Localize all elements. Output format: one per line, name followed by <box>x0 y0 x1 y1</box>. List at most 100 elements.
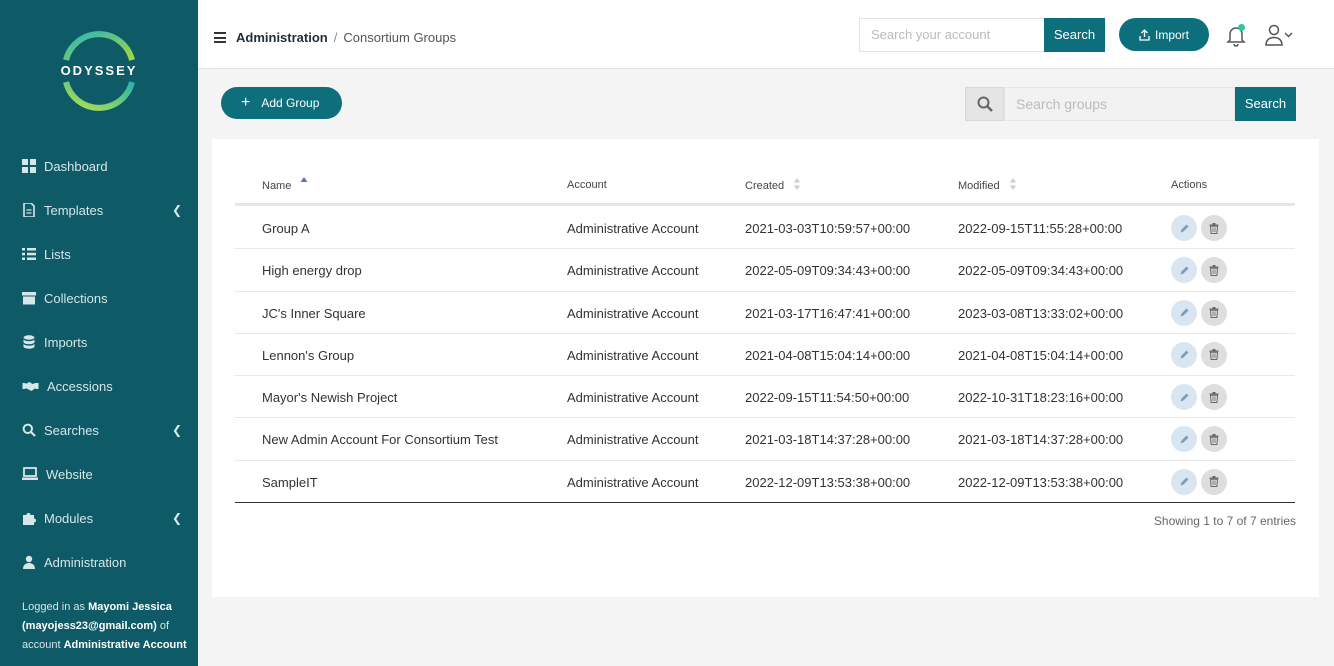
user-icon <box>23 555 35 569</box>
edit-button[interactable] <box>1171 257 1197 284</box>
sidebar-item-modules[interactable]: Modules ❮ <box>0 496 198 540</box>
sidebar-item-label: Administration <box>44 554 127 570</box>
plus-icon: + <box>241 94 251 111</box>
cell-account: Administrative Account <box>567 474 699 490</box>
column-label: Actions <box>1171 179 1208 191</box>
menu-toggle-icon[interactable] <box>214 32 226 43</box>
sort-icon <box>794 178 801 191</box>
delete-button[interactable] <box>1201 468 1227 495</box>
row-actions <box>1171 468 1231 495</box>
sidebar-item-administration[interactable]: Administration <box>0 540 198 584</box>
sidebar-item-lists[interactable]: Lists <box>0 232 198 276</box>
column-created[interactable]: Created <box>745 178 801 192</box>
cell-name: High energy drop <box>262 263 362 279</box>
notification-badge <box>1238 24 1245 31</box>
row-actions <box>1171 215 1231 241</box>
sidebar-item-website[interactable]: Website <box>0 452 198 496</box>
sidebar-item-accessions[interactable]: Accessions <box>0 364 198 408</box>
sidebar-item-label: Collections <box>44 290 108 306</box>
cell-created: 2022-12-09T13:53:38+00:00 <box>745 474 911 490</box>
handshake-icon <box>22 382 39 391</box>
column-account: Account <box>567 179 607 191</box>
search-icon <box>22 423 36 437</box>
topbar: Administration / Consortium Groups Search … <box>198 0 1334 69</box>
sidebar-item-dashboard[interactable]: Dashboard <box>0 144 198 188</box>
row-actions <box>1171 426 1231 453</box>
cell-modified: 2022-09-15T11:55:28+00:00 <box>958 221 1123 236</box>
laptop-icon <box>22 467 38 480</box>
edit-button[interactable] <box>1171 426 1197 453</box>
sidebar-item-label: Imports <box>44 334 88 350</box>
edit-button[interactable] <box>1171 468 1197 495</box>
row-actions <box>1171 299 1231 326</box>
sidebar-item-imports[interactable]: Imports <box>0 320 198 364</box>
edit-button[interactable] <box>1171 299 1197 326</box>
logo-text: ODYSSEY <box>60 63 138 78</box>
delete-button[interactable] <box>1201 341 1227 368</box>
account-search-input[interactable]: Search your account <box>859 18 1045 52</box>
cell-account: Administrative Account <box>567 263 699 279</box>
logged-in-account: Administrative Account <box>63 639 187 651</box>
edit-button[interactable] <box>1171 215 1197 241</box>
sidebar-item-templates[interactable]: Templates ❮ <box>0 188 198 232</box>
table-row: High energy drop Administrative Account 20… <box>235 249 1295 292</box>
edit-button[interactable] <box>1171 341 1197 368</box>
group-search-button[interactable]: Search <box>1235 87 1296 121</box>
user-menu-icon[interactable] <box>1265 24 1295 46</box>
breadcrumb-parent[interactable]: Administration <box>236 30 328 45</box>
cell-name: New Admin Account For Consortium Test <box>262 432 499 448</box>
pencil-icon <box>1180 350 1188 359</box>
sidebar-nav: Dashboard Templates ❮ Lists Collections … <box>0 144 198 584</box>
puzzle-icon <box>23 513 36 525</box>
sort-asc-icon <box>300 177 308 183</box>
upload-icon <box>1139 28 1150 41</box>
delete-button[interactable] <box>1201 257 1227 284</box>
table-row: New Admin Account For Consortium Test Adm… <box>235 418 1295 461</box>
cell-account: Administrative Account <box>567 221 699 236</box>
table-row: Group A Administrative Account 2021-03-03T… <box>235 207 1295 250</box>
cell-account: Administrative Account <box>567 347 699 363</box>
cell-modified: 2021-04-08T15:04:14+00:00 <box>958 347 1124 363</box>
import-button[interactable]: Import <box>1119 18 1209 51</box>
chevron-left-icon: ❮ <box>171 203 182 217</box>
delete-button[interactable] <box>1201 215 1227 241</box>
column-modified[interactable]: Modified <box>958 178 1017 192</box>
cell-created: 2021-03-18T14:37:28+00:00 <box>745 432 911 448</box>
cell-name: Mayor's Newish Project <box>262 390 398 406</box>
delete-button[interactable] <box>1201 426 1227 453</box>
row-actions <box>1171 384 1231 411</box>
table-row: Lennon's Group Administrative Account 2021… <box>235 334 1295 377</box>
breadcrumb-separator: / <box>333 30 338 45</box>
column-label: Account <box>567 179 607 191</box>
delete-button[interactable] <box>1201 384 1227 411</box>
cell-account: Administrative Account <box>567 432 699 448</box>
chevron-left-icon: ❮ <box>171 423 182 437</box>
table-info: Showing 1 to 7 of 7 entries <box>1153 514 1296 528</box>
cell-created: 2021-03-03T10:59:57+00:00 <box>745 221 911 236</box>
breadcrumb-current: Consortium Groups <box>343 30 457 45</box>
edit-button[interactable] <box>1171 384 1197 411</box>
sidebar-item-searches[interactable]: Searches ❮ <box>0 408 198 452</box>
list-icon <box>22 248 36 260</box>
group-search-addon <box>965 87 1004 121</box>
database-icon <box>23 335 35 349</box>
cell-created: 2022-05-09T09:34:43+00:00 <box>745 263 911 279</box>
column-name[interactable]: Name <box>262 177 308 192</box>
breadcrumb: Administration / Consortium Groups <box>236 30 456 45</box>
group-search-input[interactable]: Search groups <box>1004 87 1235 121</box>
account-search-button[interactable]: Search <box>1044 18 1105 52</box>
column-label: Created <box>745 180 785 192</box>
delete-button[interactable] <box>1201 299 1227 326</box>
column-label: Modified <box>958 180 1000 192</box>
table-header: Name Account Created Modified Actions <box>235 174 1295 206</box>
column-label: Name <box>262 180 292 192</box>
cell-account: Administrative Account <box>567 390 699 406</box>
sidebar: ODYSSEY Dashboard Templates ❮ Lists Coll… <box>0 0 198 666</box>
row-actions <box>1171 257 1231 284</box>
table-row: Mayor's Newish Project Administrative Acc… <box>235 376 1295 419</box>
odyssey-logo[interactable]: ODYSSEY <box>58 30 140 112</box>
sidebar-item-label: Dashboard <box>44 158 108 174</box>
sidebar-item-collections[interactable]: Collections <box>0 276 198 320</box>
cell-modified: 2021-03-18T14:37:28+00:00 <box>958 432 1124 448</box>
add-group-button[interactable]: + Add Group <box>221 87 342 119</box>
